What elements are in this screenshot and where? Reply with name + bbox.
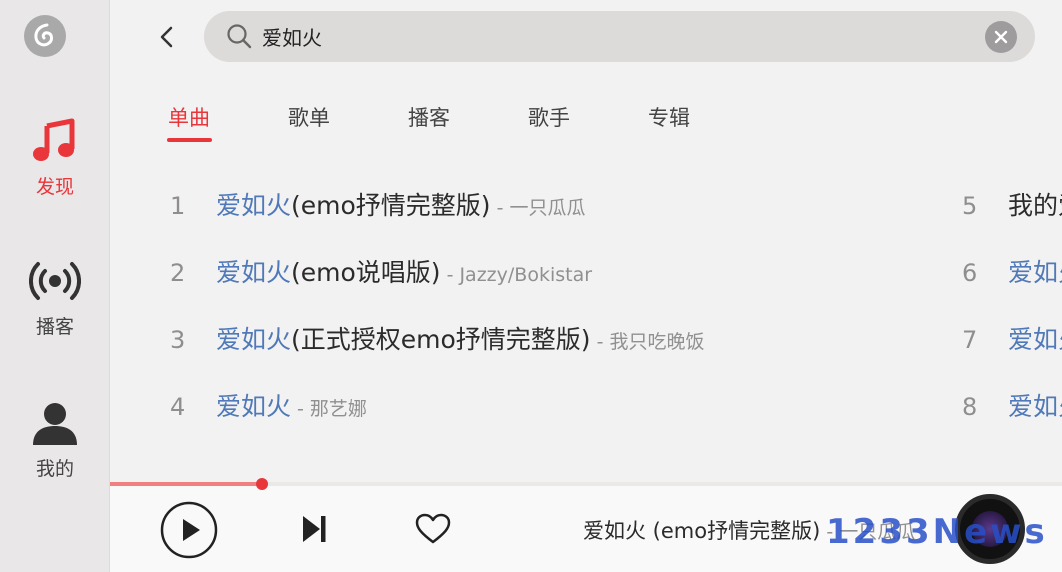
search-bar [204,11,1035,62]
close-icon [994,30,1008,44]
next-track-button[interactable] [299,512,329,546]
song-artist: - 我只吃晚饭 [596,331,705,353]
song-title-highlight: 爱如火 [216,258,292,287]
song-title-rest: 我的爱 [1008,191,1062,220]
song-title-highlight: 爱如火 [1008,392,1062,421]
now-playing[interactable]: 爱如火 (emo抒情完整版) - 一只瓜瓜 [583,515,915,545]
play-icon [160,501,218,559]
song-number: 2 [170,259,186,287]
song-title-rest: (emo说唱版) [291,258,441,287]
clear-search-button[interactable] [985,21,1017,53]
song-artist: - 一只瓜瓜 [496,197,586,219]
play-button[interactable] [160,501,218,559]
song-row[interactable]: 5 我的爱 [962,186,1062,226]
sidebar-item-label: 发现 [35,176,74,198]
song-row[interactable]: 4 爱如火 - 那艺娜 [170,387,367,427]
song-artist: - Jazzy/Bokistar [446,264,593,286]
song-artist: - 那艺娜 [297,398,367,420]
search-icon [227,24,252,49]
song-row[interactable]: 1 爱如火 (emo抒情完整版) - 一只瓜瓜 [170,186,585,226]
song-title-rest: (emo抒情完整版) [291,191,491,220]
tab-playlists[interactable]: 歌单 [288,102,330,132]
skip-next-icon [303,516,326,542]
song-number: 7 [962,326,978,354]
song-row[interactable]: 3 爱如火 (正式授权emo抒情完整版) - 我只吃晚饭 [170,320,704,360]
song-number: 1 [170,192,186,220]
song-row[interactable]: 6 爱如火 [962,253,1062,293]
sidebar-item-mine[interactable]: 我的 [0,400,110,481]
tab-artists[interactable]: 歌手 [528,102,570,132]
now-playing-artist: - 一只瓜瓜 [820,521,916,543]
progress-fill [110,482,262,486]
song-row[interactable]: 7 爱如火 [962,320,1062,360]
album-art [972,511,1008,547]
song-results: 1 爱如火 (emo抒情完整版) - 一只瓜瓜 2 爱如火 (emo说唱版) -… [0,0,1062,480]
music-note-icon [33,118,75,161]
sidebar-item-label: 我的 [35,458,74,480]
song-number: 8 [962,393,978,421]
tab-podcasts[interactable]: 播客 [408,102,450,132]
song-number: 4 [170,393,186,421]
app-logo-icon[interactable] [24,15,66,57]
song-row[interactable]: 8 爱如火 [962,387,1062,427]
song-title-highlight: 爱如火 [216,325,292,354]
album-cover-disc[interactable] [955,494,1025,564]
song-title-highlight: 爱如火 [216,392,292,421]
song-row[interactable]: 2 爱如火 (emo说唱版) - Jazzy/Bokistar [170,253,592,293]
music-app: 发现 播客 我的 爱如火 单曲 歌单 播客 歌手 专辑 1 爱如火 (emo抒情… [0,0,1062,572]
user-icon [33,403,77,445]
song-number: 3 [170,326,186,354]
sidebar-item-discover[interactable]: 发现 [0,118,110,199]
sidebar: 发现 播客 我的 [0,0,110,572]
search-input[interactable] [262,11,962,62]
sidebar-item-podcast[interactable]: 播客 [0,258,110,339]
active-tab-indicator [167,138,212,142]
sidebar-item-label: 播客 [35,316,74,338]
tab-songs[interactable]: 单曲 [168,102,210,132]
like-button[interactable] [414,511,452,547]
song-number: 6 [962,259,978,287]
song-title-rest: (正式授权emo抒情完整版) [291,325,591,354]
tab-albums[interactable]: 专辑 [648,102,690,132]
heart-icon [415,513,451,544]
back-button[interactable] [152,22,182,52]
chevron-left-icon [160,26,173,48]
song-number: 5 [962,192,978,220]
song-title-highlight: 爱如火 [216,191,292,220]
song-title-highlight: 爱如火 [1008,258,1062,287]
song-title-highlight: 爱如火 [1008,325,1062,354]
now-playing-title: 爱如火 (emo抒情完整版) [583,519,821,543]
progress-knob[interactable] [256,478,268,490]
podcast-broadcast-icon [29,262,81,300]
